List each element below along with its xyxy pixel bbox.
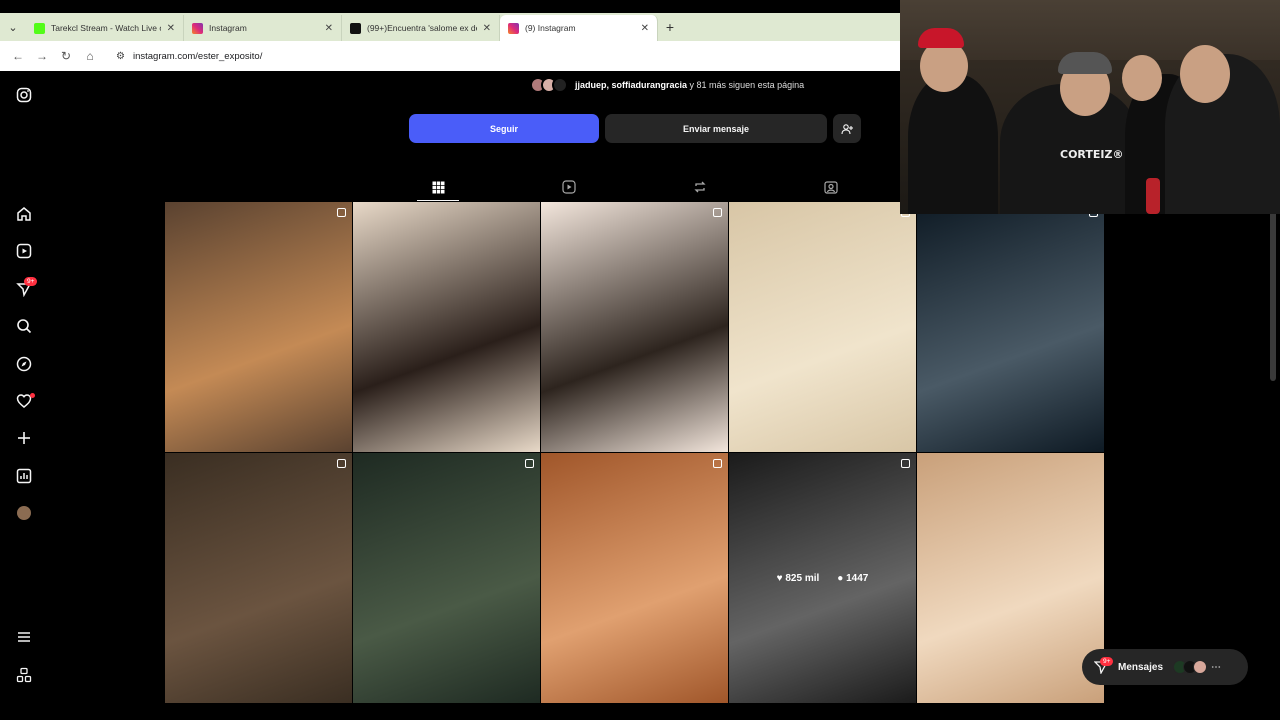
post-thumbnail[interactable]	[541, 453, 728, 703]
followed-by[interactable]: jjaduep, soffiadurangracia y 81 más sigu…	[530, 71, 804, 99]
tiktok-icon	[350, 22, 361, 34]
streamer-head	[1180, 45, 1230, 103]
post-thumbnail[interactable]	[917, 202, 1104, 452]
carousel-icon	[525, 459, 534, 468]
post-thumbnail[interactable]	[541, 202, 728, 452]
streamer-head	[1122, 55, 1162, 101]
send-message-button[interactable]: Enviar mensaje	[605, 114, 827, 143]
add-person-icon	[841, 123, 853, 134]
tab-reels[interactable]	[559, 177, 579, 197]
more-apps-icon[interactable]	[14, 665, 34, 685]
browser-tab[interactable]: Instagram ✕	[184, 15, 342, 41]
bottom-strip	[0, 707, 1280, 720]
likes-stat: ♥ 825 mil	[776, 572, 820, 584]
likes-count: 825 mil	[785, 572, 820, 584]
page-scrollbar[interactable]	[1270, 211, 1276, 381]
messages-badge: 9+	[24, 277, 38, 286]
instagram-icon	[192, 22, 203, 34]
instagram-icon	[508, 22, 519, 34]
grid-icon	[432, 181, 444, 193]
post-thumbnail[interactable]	[917, 453, 1104, 703]
reload-icon[interactable]: ↻	[54, 49, 78, 63]
shirt-print: CORTEIZ®	[1060, 148, 1124, 161]
repost-icon	[694, 181, 706, 193]
search-icon[interactable]	[14, 316, 34, 336]
close-tab-icon[interactable]: ✕	[641, 23, 649, 34]
posts-grid: ♥ 825 mil ● 1447	[165, 202, 1105, 707]
tab-search-icon[interactable]: ⌄	[0, 13, 26, 41]
url-field[interactable]: ⚙ instagram.com/ester_exposito/	[108, 45, 892, 67]
home-icon[interactable]: ⌂	[78, 49, 102, 63]
address-bar: ← → ↻ ⌂ ⚙ instagram.com/ester_exposito/	[0, 41, 900, 71]
post-thumbnail[interactable]	[165, 453, 352, 703]
comments-count: 1447	[846, 572, 869, 584]
tab-title: Tarekcl Stream - Watch Live on	[51, 23, 161, 33]
browser-tab-active[interactable]: (9) Instagram ✕	[500, 15, 658, 41]
carousel-icon	[337, 208, 346, 217]
notifications-dot	[30, 393, 35, 398]
menu-icon[interactable]	[14, 627, 34, 647]
dashboard-icon[interactable]	[14, 466, 34, 486]
carousel-icon	[901, 459, 910, 468]
followed-by-names: jjaduep, soffiadurangracia	[575, 80, 688, 90]
tab-posts[interactable]	[428, 177, 448, 197]
post-thumbnail[interactable]	[353, 453, 540, 703]
suggested-users-button[interactable]	[833, 114, 861, 143]
sidebar: 9+	[0, 71, 48, 707]
tab-tagged[interactable]	[821, 177, 841, 197]
post-thumbnail[interactable]	[729, 202, 916, 452]
carousel-icon	[713, 459, 722, 468]
site-info-icon[interactable]: ⚙	[116, 51, 125, 62]
active-tab-indicator	[417, 200, 459, 201]
followed-by-rest: y 81 más siguen esta página	[689, 80, 805, 90]
close-tab-icon[interactable]: ✕	[167, 23, 175, 34]
instagram-logo-icon[interactable]	[14, 85, 34, 105]
reels-icon[interactable]	[14, 241, 34, 261]
contact-avatar	[1193, 660, 1208, 674]
post-thumbnail[interactable]	[165, 202, 352, 452]
tab-title: (9) Instagram	[525, 23, 576, 33]
new-tab-icon[interactable]: +	[658, 19, 682, 35]
carousel-icon	[713, 208, 722, 217]
tab-reposts[interactable]	[690, 177, 710, 197]
post-hover-stats: ♥ 825 mil ● 1447	[729, 453, 916, 703]
kick-icon	[34, 22, 45, 34]
home-icon[interactable]	[14, 204, 34, 224]
webcam-overlay: CORTEIZ®	[900, 0, 1280, 214]
messages-pill[interactable]: Mensajes ⋯	[1082, 649, 1248, 685]
profile-avatar[interactable]	[14, 503, 34, 523]
tagged-icon	[824, 181, 838, 194]
messages-label: Mensajes	[1118, 661, 1164, 673]
profile-tabs	[165, 171, 900, 202]
post-thumbnail[interactable]	[353, 202, 540, 452]
back-icon[interactable]: ←	[6, 49, 30, 63]
browser-tab[interactable]: Tarekcl Stream - Watch Live on ✕	[26, 15, 184, 41]
close-tab-icon[interactable]: ✕	[325, 23, 333, 34]
explore-icon[interactable]	[14, 354, 34, 374]
tab-title: (99+)Encuentra 'salome ex del	[367, 23, 477, 33]
follow-button[interactable]: Seguir	[409, 114, 599, 143]
messages-pill-badge: 9+	[1100, 657, 1114, 666]
create-icon[interactable]	[14, 428, 34, 448]
post-thumbnail[interactable]: ♥ 825 mil ● 1447	[729, 453, 916, 703]
comments-stat: ● 1447	[837, 572, 869, 584]
forward-icon[interactable]: →	[30, 49, 54, 63]
url-text: instagram.com/ester_exposito/	[132, 50, 263, 62]
more-icon: ⋯	[1211, 661, 1222, 673]
browser-tab-bar: ⌄ Tarekcl Stream - Watch Live on ✕ Insta…	[0, 13, 900, 41]
follower-avatar	[552, 77, 568, 93]
streamer-figure	[908, 74, 998, 214]
tab-title: Instagram	[209, 23, 247, 33]
close-tab-icon[interactable]: ✕	[483, 23, 491, 34]
browser-tab[interactable]: (99+)Encuentra 'salome ex del ✕	[342, 15, 500, 41]
reels-icon	[562, 180, 576, 194]
carousel-icon	[337, 459, 346, 468]
